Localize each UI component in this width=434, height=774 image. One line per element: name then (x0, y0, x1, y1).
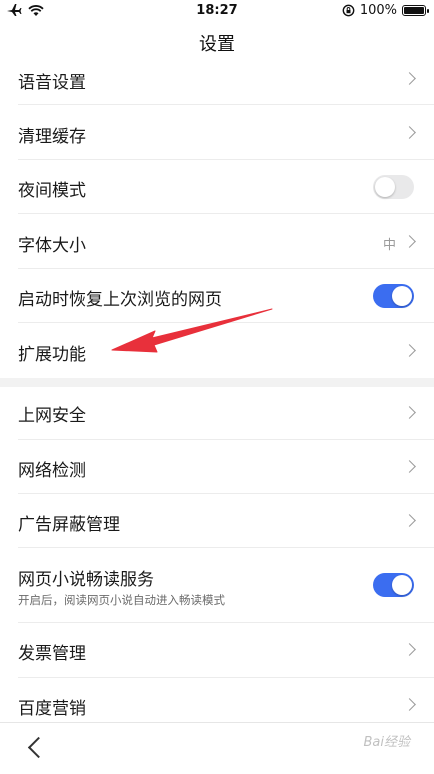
annotation-arrow (111, 308, 273, 353)
